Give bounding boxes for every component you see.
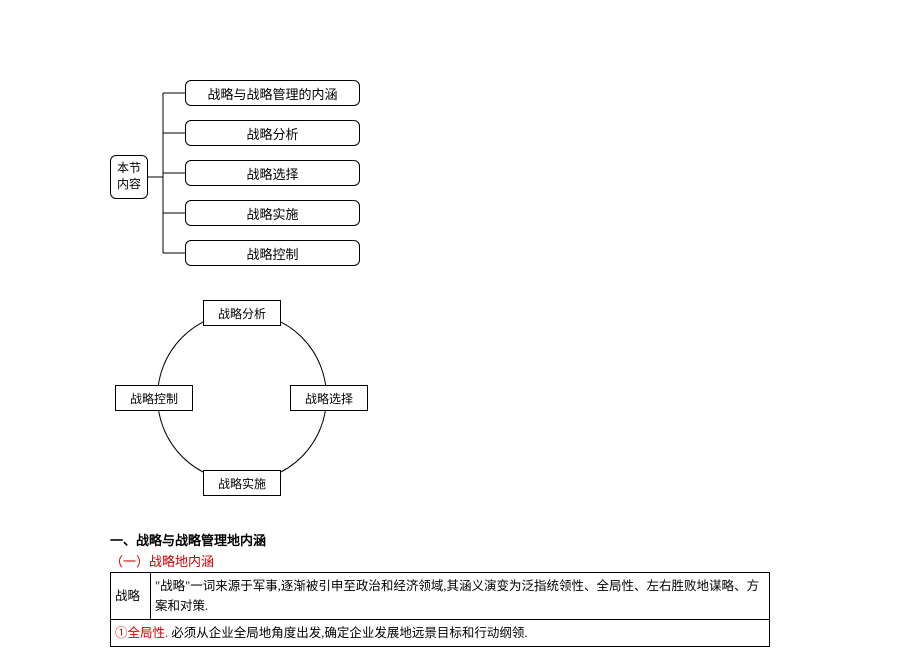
cycle-top-label: 战略分析 [218,305,266,322]
cycle-right-label: 战略选择 [305,390,353,407]
tree-root-label: 本节 内容 [117,161,141,192]
tree-leaf-2: 战略分析 [185,120,360,146]
tree-connector-lines [148,80,188,280]
tree-leaf-3-label: 战略选择 [246,164,298,183]
cycle-box-right: 战略选择 [290,385,368,411]
tree-diagram: 本节 内容 战略与战略管理的内涵 战略分析 战略选择 战略实施 战略控制 [110,80,370,280]
table-row: ①全局性. 必须从企业全局地角度出发,确定企业发展地远景目标和行动纲领. [111,620,770,647]
cycle-diagram: 战略分析 战略选择 战略实施 战略控制 [110,290,370,505]
subsection-heading: （一）战略地内涵 [110,551,920,570]
definition-table: 战略 "战略"一词来源于军事,逐渐被引申至政治和经济领域,其涵义演变为泛指统领性… [110,572,770,647]
tree-leaf-4: 战略实施 [185,200,360,226]
tree-leaf-2-label: 战略分析 [246,124,298,143]
tree-leaf-1-label: 战略与战略管理的内涵 [207,84,337,103]
cycle-left-label: 战略控制 [130,390,178,407]
table-row: 战略 "战略"一词来源于军事,逐渐被引申至政治和经济领域,其涵义演变为泛指统领性… [111,573,770,620]
row1-content-text: "战略"一词来源于军事,逐渐被引申至政治和经济领域,其涵义演变为泛指统领性、全局… [155,579,759,613]
cycle-bottom-label: 战略实施 [218,475,266,492]
cycle-box-left: 战略控制 [115,385,193,411]
table-row1-content: "战略"一词来源于军事,逐渐被引申至政治和经济领域,其涵义演变为泛指统领性、全局… [151,573,770,620]
cycle-box-bottom: 战略实施 [203,470,281,496]
tree-root-box: 本节 内容 [110,155,148,199]
section-heading-text: 一、战略与战略管理地内涵 [110,533,266,548]
tree-leaf-1: 战略与战略管理的内涵 [185,80,360,106]
subsection-heading-text: （一）战略地内涵 [110,554,214,569]
section-heading: 一、战略与战略管理地内涵 [110,530,920,549]
tree-leaf-5: 战略控制 [185,240,360,266]
tree-leaf-4-label: 战略实施 [246,204,298,223]
tree-leaf-5-label: 战略控制 [246,244,298,263]
row1-label-text: 战略 [115,589,140,603]
cycle-box-top: 战略分析 [203,300,281,326]
table-row2-content: ①全局性. 必须从企业全局地角度出发,确定企业发展地远景目标和行动纲领. [111,620,770,647]
row2-red-text: ①全局性. [115,626,168,640]
table-row1-label: 战略 [111,573,151,620]
tree-leaf-3: 战略选择 [185,160,360,186]
row2-content-text: 必须从企业全局地角度出发,确定企业发展地远景目标和行动纲领. [171,626,527,640]
